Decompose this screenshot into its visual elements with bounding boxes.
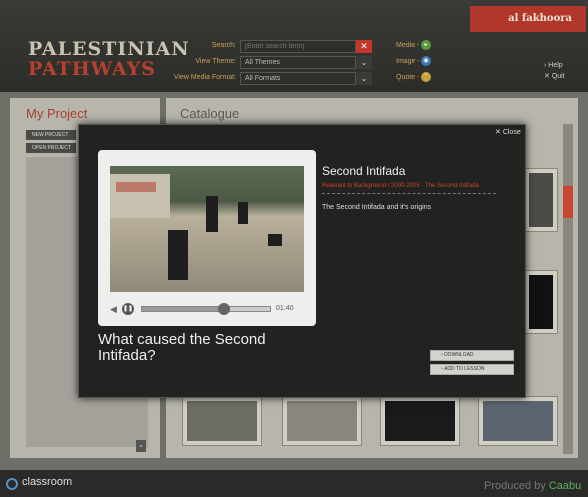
view-format-label: View Media Format: bbox=[173, 74, 236, 81]
search-label: Search: bbox=[211, 42, 236, 49]
catalogue-scrollbar[interactable] bbox=[563, 124, 573, 454]
video-scene-figure bbox=[168, 230, 188, 280]
scroll-down-icon[interactable]: ⌄ bbox=[136, 440, 146, 452]
close-label: Close bbox=[502, 129, 521, 136]
open-project-button[interactable]: OPEN PROJECT bbox=[26, 143, 76, 153]
chevron-down-icon[interactable]: ⌄ bbox=[356, 72, 372, 85]
catalogue-thumbnail[interactable] bbox=[524, 168, 558, 232]
view-theme-select[interactable]: All Themes bbox=[240, 56, 356, 69]
image-filter-label: Image - bbox=[396, 58, 420, 65]
video-scene-figure bbox=[206, 196, 218, 232]
quit-label: Quit bbox=[551, 73, 565, 80]
download-button[interactable]: › DOWNLOAD bbox=[430, 350, 514, 361]
brand-badge: al fakhoora bbox=[470, 6, 586, 32]
close-button[interactable]: ✕ Close bbox=[495, 128, 521, 136]
image-icon[interactable]: ◉ bbox=[421, 56, 431, 66]
media-filter-label: Media - bbox=[396, 42, 420, 49]
quit-link[interactable]: ✕ Quit bbox=[544, 72, 565, 80]
pause-button[interactable]: ❚❚ bbox=[122, 303, 134, 315]
catalogue-thumbnail[interactable] bbox=[282, 396, 362, 446]
video-scene-figure bbox=[268, 234, 282, 246]
classroom-logo-icon bbox=[6, 478, 18, 490]
video-progress-bar[interactable] bbox=[141, 306, 271, 312]
classroom-logo: classroom bbox=[22, 476, 73, 488]
view-theme-label: View Theme: bbox=[195, 58, 236, 65]
video-timecode: 01:40 bbox=[276, 305, 294, 312]
video-scrubber-knob[interactable] bbox=[218, 303, 230, 315]
catalogue-title: Catalogue bbox=[180, 106, 240, 121]
catalogue-thumbnail[interactable] bbox=[380, 396, 460, 446]
video-scene-wall bbox=[110, 174, 170, 218]
video-viewport[interactable] bbox=[110, 166, 304, 292]
logo-title-line2: PATHWAYS bbox=[28, 58, 156, 80]
quote-filter-label: Quote - bbox=[396, 74, 420, 81]
media-title: Second Intifada bbox=[322, 164, 406, 178]
catalogue-thumbnail[interactable] bbox=[524, 270, 558, 334]
catalogue-thumbnail[interactable] bbox=[182, 396, 262, 446]
help-label: Help bbox=[548, 62, 563, 69]
new-project-button[interactable]: NEW PROJECT bbox=[26, 130, 76, 140]
volume-icon[interactable]: ◀ bbox=[110, 304, 122, 314]
video-scene-graffiti bbox=[116, 182, 156, 192]
catalogue-scroll-thumb[interactable] bbox=[563, 186, 573, 218]
media-relevance: Relevant to Background / 2000-2005 - The… bbox=[322, 183, 479, 189]
catalogue-thumbnail[interactable] bbox=[478, 396, 558, 446]
divider bbox=[322, 193, 496, 194]
video-progress-fill bbox=[142, 307, 222, 311]
produced-by-label: Produced by bbox=[484, 480, 546, 492]
producer-name: Caabu bbox=[548, 480, 582, 492]
help-link[interactable]: › Help bbox=[544, 62, 563, 69]
chevron-down-icon[interactable]: ⌄ bbox=[356, 56, 372, 69]
my-project-title: My Project bbox=[26, 106, 88, 121]
download-label: DOWNLOAD bbox=[444, 352, 474, 358]
add-to-lesson-button[interactable]: › ADD TO LESSON bbox=[430, 364, 514, 375]
search-input[interactable] bbox=[245, 41, 355, 52]
media-icon[interactable]: ▸ bbox=[421, 40, 431, 50]
search-field[interactable] bbox=[240, 40, 356, 53]
clear-search-button[interactable]: ✕ bbox=[356, 40, 372, 53]
video-scene-figure bbox=[238, 202, 248, 224]
quote-icon[interactable]: ” bbox=[421, 72, 431, 82]
add-to-lesson-label: ADD TO LESSON bbox=[444, 366, 485, 372]
view-format-select[interactable]: All Formats bbox=[240, 72, 356, 85]
produced-by-text: Produced by Caabu bbox=[484, 480, 581, 492]
media-description: The Second Intifada and it's origins bbox=[322, 204, 432, 211]
question-text: What caused the Second Intifada? bbox=[98, 331, 266, 364]
